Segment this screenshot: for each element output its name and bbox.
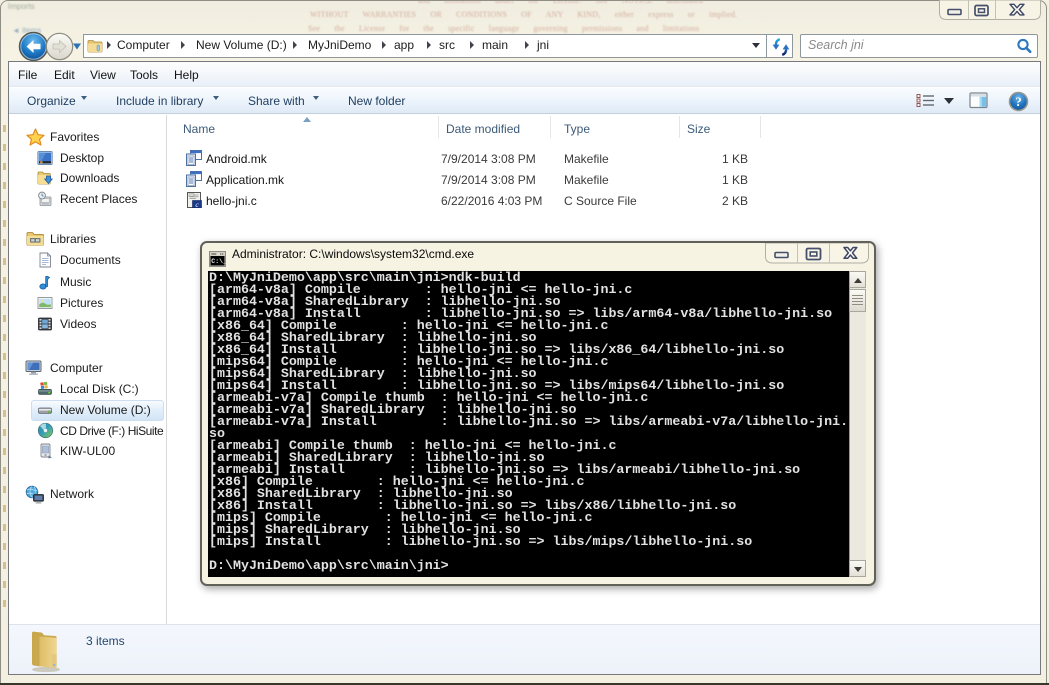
svg-text:?: ?: [1015, 94, 1022, 109]
svg-text:C:\_: C:\_: [211, 258, 226, 265]
